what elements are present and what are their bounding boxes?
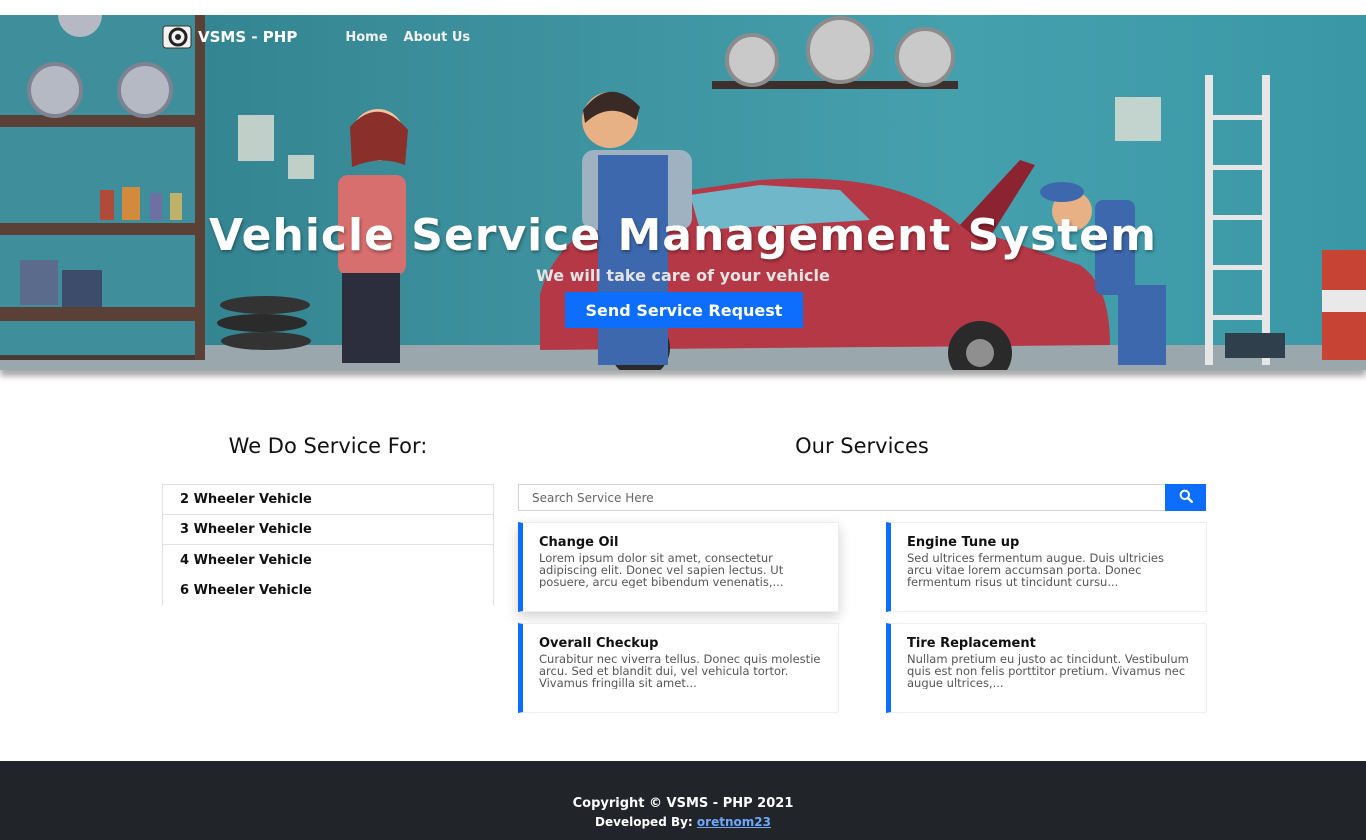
services-section-title: Our Services xyxy=(795,434,929,458)
send-service-request-button[interactable]: Send Service Request xyxy=(565,292,803,328)
vehicle-type-item: 4 Wheeler Vehicle xyxy=(180,552,312,568)
service-card-description: Lorem ipsum dolor sit amet, consectetur … xyxy=(539,552,784,588)
developer-link[interactable]: oretnom23 xyxy=(697,815,771,829)
developed-by-label: Developed By: xyxy=(595,815,697,829)
vehicle-type-item: 6 Wheeler Vehicle xyxy=(180,582,312,598)
brand[interactable]: VSMS - PHP xyxy=(162,25,297,49)
footer: Copyright © VSMS - PHP 2021 Developed By… xyxy=(0,761,1366,840)
vehicle-type-item: 2 Wheeler Vehicle xyxy=(163,485,493,515)
nav-home-link[interactable]: Home xyxy=(345,30,387,45)
brand-name: VSMS - PHP xyxy=(198,28,298,46)
service-card-title: Engine Tune up xyxy=(907,535,1020,550)
service-card-description: Curabitur nec viverra tellus. Donec quis… xyxy=(539,653,821,689)
hero-subtitle: We will take care of your vehicle xyxy=(536,266,830,285)
navbar: VSMS - PHP Home About Us xyxy=(162,25,470,49)
search-icon xyxy=(1179,489,1193,506)
service-card[interactable]: Overall Checkup Curabitur nec viverra te… xyxy=(518,623,839,713)
search-button[interactable] xyxy=(1165,484,1206,511)
service-card-title: Tire Replacement xyxy=(907,636,1036,651)
service-card[interactable]: Tire Replacement Nullam pretium eu justo… xyxy=(886,623,1207,713)
service-card-description: Sed ultrices fermentum augue. Duis ultri… xyxy=(907,552,1164,588)
nav-about-link[interactable]: About Us xyxy=(404,30,471,45)
footer-copyright: Copyright © VSMS - PHP 2021 xyxy=(572,796,794,811)
vehicle-type-item: 3 Wheeler Vehicle xyxy=(163,515,493,545)
service-card-title: Overall Checkup xyxy=(539,636,659,651)
service-card[interactable]: Change Oil Lorem ipsum dolor sit amet, c… xyxy=(518,522,839,612)
vehicles-section-title: We Do Service For: xyxy=(228,434,428,458)
service-search xyxy=(518,484,1206,511)
car-logo-icon xyxy=(162,25,192,49)
footer-developer-line: Developed By: oretnom23 xyxy=(0,815,1366,829)
service-card-title: Change Oil xyxy=(539,535,619,550)
hero-title: Vehicle Service Management System xyxy=(209,210,1157,261)
service-card-description: Nullam pretium eu justo ac tincidunt. Ve… xyxy=(907,653,1189,689)
vehicle-type-list: 2 Wheeler Vehicle 3 Wheeler Vehicle 4 Wh… xyxy=(162,484,494,605)
service-search-input[interactable] xyxy=(518,484,1165,511)
service-card[interactable]: Engine Tune up Sed ultrices fermentum au… xyxy=(886,522,1207,612)
nav-links: Home About Us xyxy=(345,30,470,45)
hero-banner: VSMS - PHP Home About Us Vehicle Service… xyxy=(0,15,1366,370)
